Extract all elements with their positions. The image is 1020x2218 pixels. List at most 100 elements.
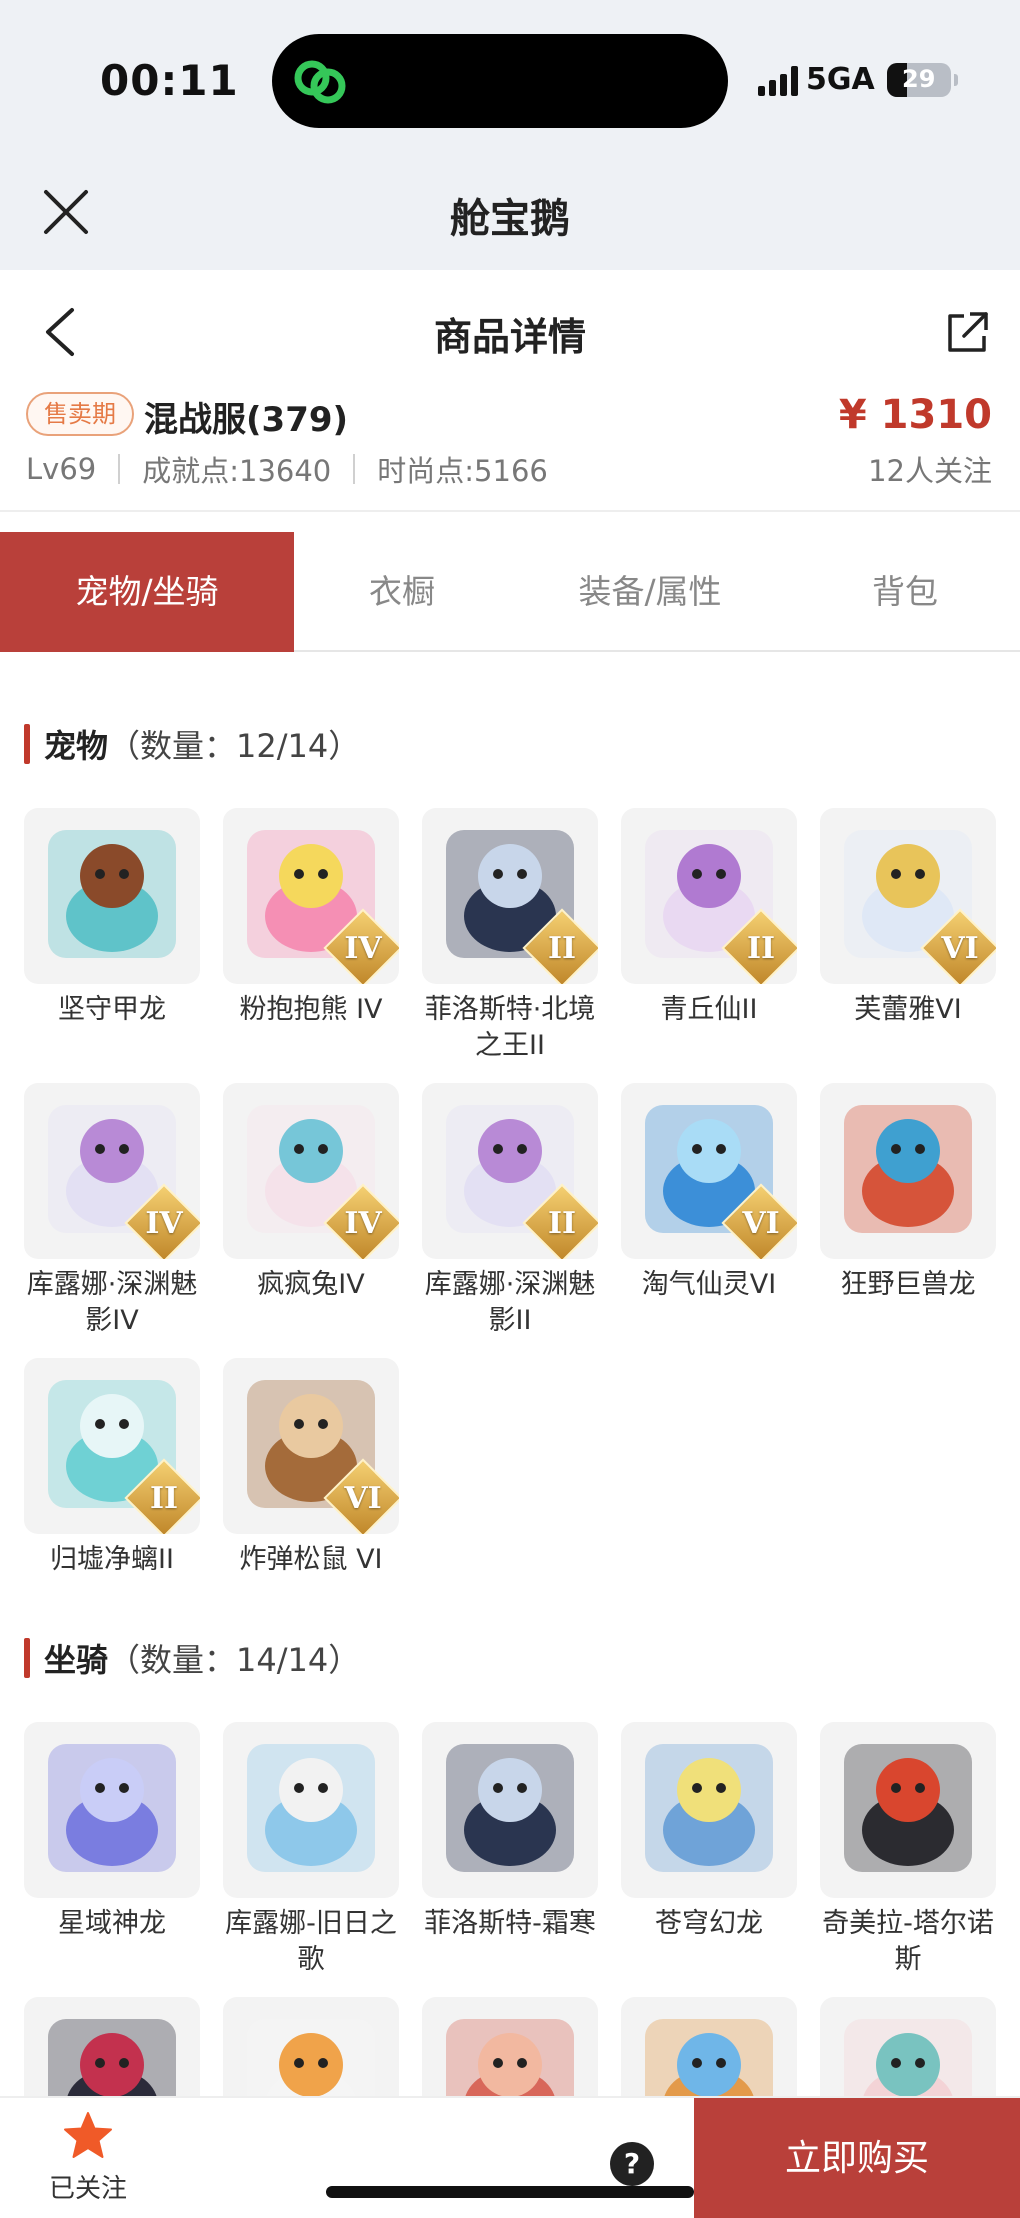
divider	[0, 510, 1020, 512]
pet-thumbnail: IV	[24, 1083, 200, 1259]
rank-label: IV	[145, 1206, 183, 1241]
mount-thumbnail	[24, 1722, 200, 1898]
pet-thumbnail: IV	[223, 808, 399, 984]
mount-thumbnail	[621, 1722, 797, 1898]
status-indicators: 5GA 29	[758, 62, 958, 97]
mount-card[interactable]: 奇美拉-塔尔诺斯	[820, 1722, 996, 1997]
mount-card[interactable]: 库露娜-旧日之歌	[223, 1722, 399, 1997]
pet-name: 炸弹松鼠 VI	[239, 1544, 383, 1575]
star-icon	[64, 2112, 112, 2158]
pet-name: 狂野巨兽龙	[840, 1269, 976, 1300]
pet-name: 归墟净螭II	[50, 1544, 174, 1575]
tab-bar: 宠物/坐骑 衣橱 装备/属性 背包	[0, 532, 1020, 652]
armored-dragon-icon	[48, 830, 176, 958]
pet-thumbnail: II	[24, 1358, 200, 1534]
rank-label: VI	[742, 1206, 780, 1241]
pet-card[interactable]: II 库露娜·深渊魅影II	[422, 1083, 598, 1358]
rank-label: IV	[344, 1206, 382, 1241]
mount-card[interactable]: 星域神龙	[24, 1722, 200, 1997]
achievement-points: 成就点:13640	[142, 454, 332, 488]
pet-thumbnail: VI	[223, 1358, 399, 1534]
sky-dragon-icon	[645, 1744, 773, 1872]
pet-thumbnail: II	[621, 808, 797, 984]
pet-name: 芙蕾雅VI	[854, 994, 962, 1025]
rank-label: II	[149, 1481, 179, 1516]
pet-name: 粉抱抱熊 IV	[239, 994, 383, 1025]
section-title: 宠物	[44, 727, 109, 765]
follow-button[interactable]: 已关注	[40, 2110, 136, 2205]
pet-name: 坚守甲龙	[58, 994, 166, 1025]
wild-beast-dragon-icon	[844, 1105, 972, 1233]
price: ¥ 1310	[838, 392, 992, 438]
mount-thumbnail	[223, 1722, 399, 1898]
rank-label: VI	[344, 1481, 382, 1516]
signal-icon	[758, 64, 798, 96]
pet-grid: 坚守甲龙 IV 粉抱抱熊 IV II 菲洛斯特·北境之王II II 青丘仙II VI 芙蕾雅VI…	[24, 808, 1000, 1633]
pet-thumbnail: VI	[820, 808, 996, 984]
pet-name: 库露娜·深渊魅影II	[424, 1269, 596, 1336]
app-title: 舱宝鹅	[450, 196, 570, 242]
pet-card[interactable]: II 归墟净螭II	[24, 1358, 200, 1633]
share-icon[interactable]	[944, 310, 990, 356]
tab-wardrobe[interactable]: 衣橱	[294, 532, 510, 652]
pet-card[interactable]: IV 疯疯兔IV	[223, 1083, 399, 1358]
pet-thumbnail: VI	[621, 1083, 797, 1259]
fashion-points: 时尚点:5166	[377, 454, 548, 488]
mount-name: 库露娜-旧日之歌	[225, 1908, 397, 1975]
mount-name: 星域神龙	[58, 1908, 166, 1939]
pet-card[interactable]: II 菲洛斯特·北境之王II	[422, 808, 598, 1083]
pet-thumbnail	[820, 1083, 996, 1259]
mount-name: 苍穹幻龙	[655, 1908, 763, 1939]
pet-card[interactable]: VI 炸弹松鼠 VI	[223, 1358, 399, 1633]
home-indicator	[326, 2186, 694, 2198]
frost-king-icon	[446, 1744, 574, 1872]
status-bar: 00:11 5GA 29 舱宝鹅	[0, 0, 1020, 270]
mount-thumbnail	[422, 1722, 598, 1898]
pet-card[interactable]: IV 粉抱抱熊 IV	[223, 808, 399, 1083]
pet-card[interactable]: VI 芙蕾雅VI	[820, 808, 996, 1083]
level: Lv69	[26, 452, 97, 486]
follower-count: 12人关注	[868, 454, 992, 488]
rank-label: II	[547, 931, 577, 966]
server-name: 混战服(379)	[144, 400, 349, 440]
mount-card[interactable]: 苍穹幻龙	[621, 1722, 797, 1997]
pet-name: 菲洛斯特·北境之王II	[424, 994, 596, 1061]
pet-name: 青丘仙II	[660, 994, 758, 1025]
pet-card[interactable]: IV 库露娜·深渊魅影IV	[24, 1083, 200, 1358]
mount-name: 奇美拉-塔尔诺斯	[822, 1908, 994, 1975]
section-count: （数量：12/14）	[108, 727, 361, 765]
chimera-icon	[844, 1744, 972, 1872]
pet-card[interactable]: 狂野巨兽龙	[820, 1083, 996, 1358]
rank-label: IV	[344, 931, 382, 966]
section-title: 坐骑	[44, 1641, 109, 1679]
tab-pets-mounts[interactable]: 宠物/坐骑	[0, 532, 294, 652]
tab-equipment[interactable]: 装备/属性	[510, 532, 790, 652]
network-type: 5GA	[806, 62, 875, 97]
battery-icon: 29	[886, 62, 958, 97]
pet-card[interactable]: II 青丘仙II	[621, 808, 797, 1083]
section-header-pets: 宠物 （数量：12/14）	[24, 722, 360, 766]
bottom-bar: 已关注 ? 立即购买	[0, 2096, 1020, 2218]
link-app-icon	[294, 60, 346, 104]
battery-level: 29	[902, 64, 936, 93]
kuluna-song-icon	[247, 1744, 375, 1872]
pet-card[interactable]: 坚守甲龙	[24, 808, 200, 1083]
follow-label: 已关注	[48, 2174, 127, 2204]
mount-card[interactable]: 菲洛斯特-霜寒	[422, 1722, 598, 1997]
tab-backpack[interactable]: 背包	[790, 532, 1020, 652]
rank-label: II	[547, 1206, 577, 1241]
pet-thumbnail: II	[422, 808, 598, 984]
pet-card[interactable]: VI 淘气仙灵VI	[621, 1083, 797, 1358]
status-badge: 售卖期	[26, 392, 134, 436]
help-icon[interactable]: ?	[610, 2142, 654, 2186]
pet-thumbnail	[24, 808, 200, 984]
buy-now-button[interactable]: 立即购买	[694, 2098, 1020, 2218]
section-count: （数量：14/14）	[108, 1641, 361, 1679]
rank-label: II	[746, 931, 776, 966]
star-dragon-icon	[48, 1744, 176, 1872]
pet-name: 库露娜·深渊魅影IV	[26, 1269, 198, 1336]
pet-thumbnail: IV	[223, 1083, 399, 1259]
account-stats: Lv69 成就点:13640 时尚点:5166	[26, 448, 548, 490]
pet-name: 淘气仙灵VI	[641, 1269, 777, 1300]
rank-label: VI	[941, 931, 979, 966]
